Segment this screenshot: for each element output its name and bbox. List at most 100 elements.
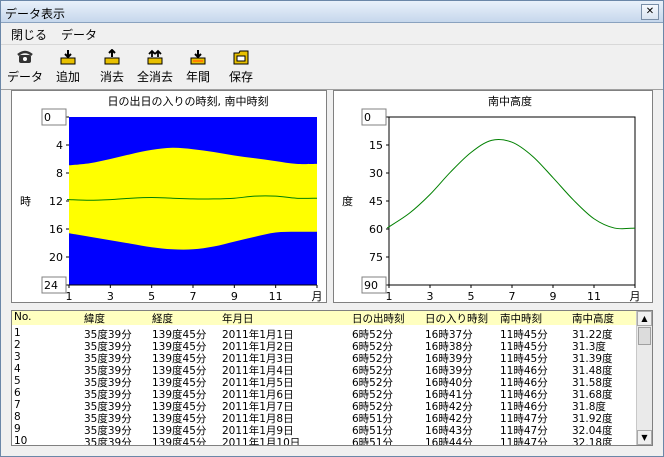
y-tick-label: 0: [44, 111, 51, 124]
y-tick-label: 45: [369, 195, 383, 208]
scroll-down-icon[interactable]: ▼: [637, 430, 652, 445]
x-tick-label: 3: [427, 290, 434, 302]
table-cell: 4: [14, 363, 21, 375]
column-header[interactable]: 緯度: [84, 311, 105, 326]
table-cell: 2: [14, 339, 21, 351]
column-header[interactable]: 南中高度: [572, 311, 614, 326]
y-tick-label: 12: [49, 195, 63, 208]
y-tick-label: 16: [49, 223, 63, 236]
close-icon[interactable]: ✕: [641, 4, 659, 20]
table-row[interactable]: 4 35度39分 139度45分 2011年1月4日 6時52分 16時39分 11時46分…: [12, 363, 636, 377]
table-row[interactable]: 3 35度39分 139度45分 2011年1月3日 6時52分 16時39分 11時45分…: [12, 351, 636, 365]
table-cell: 8: [14, 411, 21, 423]
title-bar[interactable]: データ表示 ✕: [1, 1, 663, 23]
chart-title: 南中高度: [488, 94, 532, 108]
table-cell: 6時51分: [352, 437, 394, 446]
x-tick-label: 7: [509, 290, 516, 302]
x-tick-label: 1: [386, 290, 393, 302]
y-tick-label: 75: [369, 251, 383, 264]
y-tick-label: 4: [56, 139, 63, 152]
y-tick-label: 15: [369, 139, 383, 152]
column-header[interactable]: No.: [14, 311, 31, 323]
sun-times-panel: 日の出日の入りの時刻, 南中時刻時 0 4 8 12 16 20 24 1 3 5 7 9 11 月: [11, 90, 327, 303]
vertical-scrollbar[interactable]: ▲ ▼: [636, 311, 652, 445]
column-header[interactable]: 南中時刻: [500, 311, 542, 326]
add-button[interactable]: 追加: [53, 49, 83, 89]
table-cell: 5: [14, 375, 21, 387]
add-icon: [60, 49, 76, 65]
x-tick-label: 5: [148, 290, 155, 302]
delete-button[interactable]: 消去: [97, 48, 127, 89]
table-row[interactable]: 6 35度39分 139度45分 2011年1月6日 6時52分 16時41分 11時46分…: [12, 387, 636, 401]
chart-title: 日の出日の入りの時刻, 南中時刻: [108, 94, 269, 108]
delete-all-button-label: 全消去: [136, 70, 173, 84]
phone-icon: [17, 49, 33, 65]
x-tick-label: 3: [107, 290, 114, 302]
table-row[interactable]: 8 35度39分 139度45分 2011年1月8日 6時51分 16時42分 11時47分…: [12, 411, 636, 425]
data-button-label: データ: [6, 70, 43, 84]
culmination-altitude-chart: 南中高度度 0 15 30 45 60 75 90 1 3 5 7 9 11 月: [342, 94, 641, 302]
table-cell: 16時44分: [425, 437, 473, 446]
y-tick-label: 0: [364, 111, 371, 124]
table-row[interactable]: 10 35度39分 139度45分 2011年1月10日 6時51分 16時44分 11時4…: [12, 435, 636, 446]
column-header[interactable]: 日の出時刻: [352, 311, 405, 326]
x-tick-label: 9: [231, 290, 238, 302]
x-tick-label: 5: [468, 290, 475, 302]
toolbar: データ 追加 消去 全消去 年間 保存: [1, 44, 663, 90]
x-tick-label: 11: [587, 290, 601, 302]
y-tick-label: 60: [369, 223, 383, 236]
column-header[interactable]: 年月日: [222, 311, 254, 326]
table-cell: 11時47分: [500, 437, 548, 446]
table-cell: 139度45分: [152, 437, 207, 446]
year-icon: [190, 49, 206, 65]
delete-all-button[interactable]: 全消去: [135, 49, 175, 89]
delete-all-icon: [147, 49, 163, 65]
year-button[interactable]: 年間: [184, 49, 212, 89]
y-tick-label: 20: [49, 251, 63, 264]
add-button-label: 追加: [55, 70, 80, 84]
table-row[interactable]: 2 35度39分 139度45分 2011年1月2日 6時52分 16時38分 11時45分…: [12, 339, 636, 353]
save-button-label: 保存: [228, 70, 253, 84]
y-tick-label: 8: [56, 167, 63, 180]
table-cell: 10: [14, 435, 28, 446]
year-button-label: 年間: [185, 70, 210, 84]
column-header[interactable]: 日の入り時刻: [425, 311, 488, 326]
table-cell: 35度39分: [84, 437, 132, 446]
delete-button-label: 消去: [99, 70, 124, 84]
scroll-thumb[interactable]: [638, 327, 651, 345]
menu-data[interactable]: データ: [61, 26, 97, 43]
culmination-altitude-panel: 南中高度度 0 15 30 45 60 75 90 1 3 5 7 9 11 月: [333, 90, 653, 303]
data-table[interactable]: No. 緯度 経度 年月日 日の出時刻 日の入り時刻 南中時刻 南中高度 1 35度39分 139…: [11, 310, 653, 446]
scroll-up-icon[interactable]: ▲: [637, 311, 652, 326]
data-button[interactable]: データ: [6, 49, 44, 89]
y-tick-label: 90: [364, 279, 378, 292]
window-title: データ表示: [5, 7, 66, 21]
table-cell: 2011年1月10日: [222, 437, 301, 446]
y-axis-label: 時: [20, 195, 31, 208]
save-button[interactable]: 保存: [227, 49, 255, 89]
y-tick-label: 30: [369, 167, 383, 180]
data-display-window: データ表示 ✕ 閉じる データ データ 追加 消去 全消去 年間 保存 日の出日…: [0, 0, 664, 457]
table-cell: 6: [14, 387, 21, 399]
table-header: No. 緯度 経度 年月日 日の出時刻 日の入り時刻 南中時刻 南中高度: [12, 311, 636, 325]
menu-close[interactable]: 閉じる: [11, 26, 47, 43]
table-row[interactable]: 1 35度39分 139度45分 2011年1月1日 6時52分 16時37分 11時45分…: [12, 327, 636, 341]
table-row[interactable]: 5 35度39分 139度45分 2011年1月5日 6時52分 16時40分 11時46分…: [12, 375, 636, 389]
table-row[interactable]: 7 35度39分 139度45分 2011年1月7日 6時52分 16時42分 11時46分…: [12, 399, 636, 413]
y-tick-label: 24: [44, 279, 58, 292]
x-tick-label: 9: [550, 290, 557, 302]
table-cell: 9: [14, 423, 21, 435]
sun-times-chart: 日の出日の入りの時刻, 南中時刻時 0 4 8 12 16 20 24 1 3 5 7 9 11 月: [20, 94, 323, 302]
x-tick-label: 1: [66, 290, 73, 302]
table-cell: 7: [14, 399, 21, 411]
save-icon: [233, 49, 249, 65]
x-tick-label: 11: [269, 290, 283, 302]
x-tick-label: 月: [312, 290, 323, 302]
column-header[interactable]: 経度: [152, 311, 173, 326]
y-axis-label: 度: [342, 194, 353, 208]
table-row[interactable]: 9 35度39分 139度45分 2011年1月9日 6時51分 16時43分 11時47分…: [12, 423, 636, 437]
table-cell: 32.18度: [572, 437, 613, 446]
x-tick-label: 月: [630, 290, 641, 302]
delete-icon: [104, 48, 120, 65]
menu-bar: 閉じる データ: [1, 23, 663, 43]
